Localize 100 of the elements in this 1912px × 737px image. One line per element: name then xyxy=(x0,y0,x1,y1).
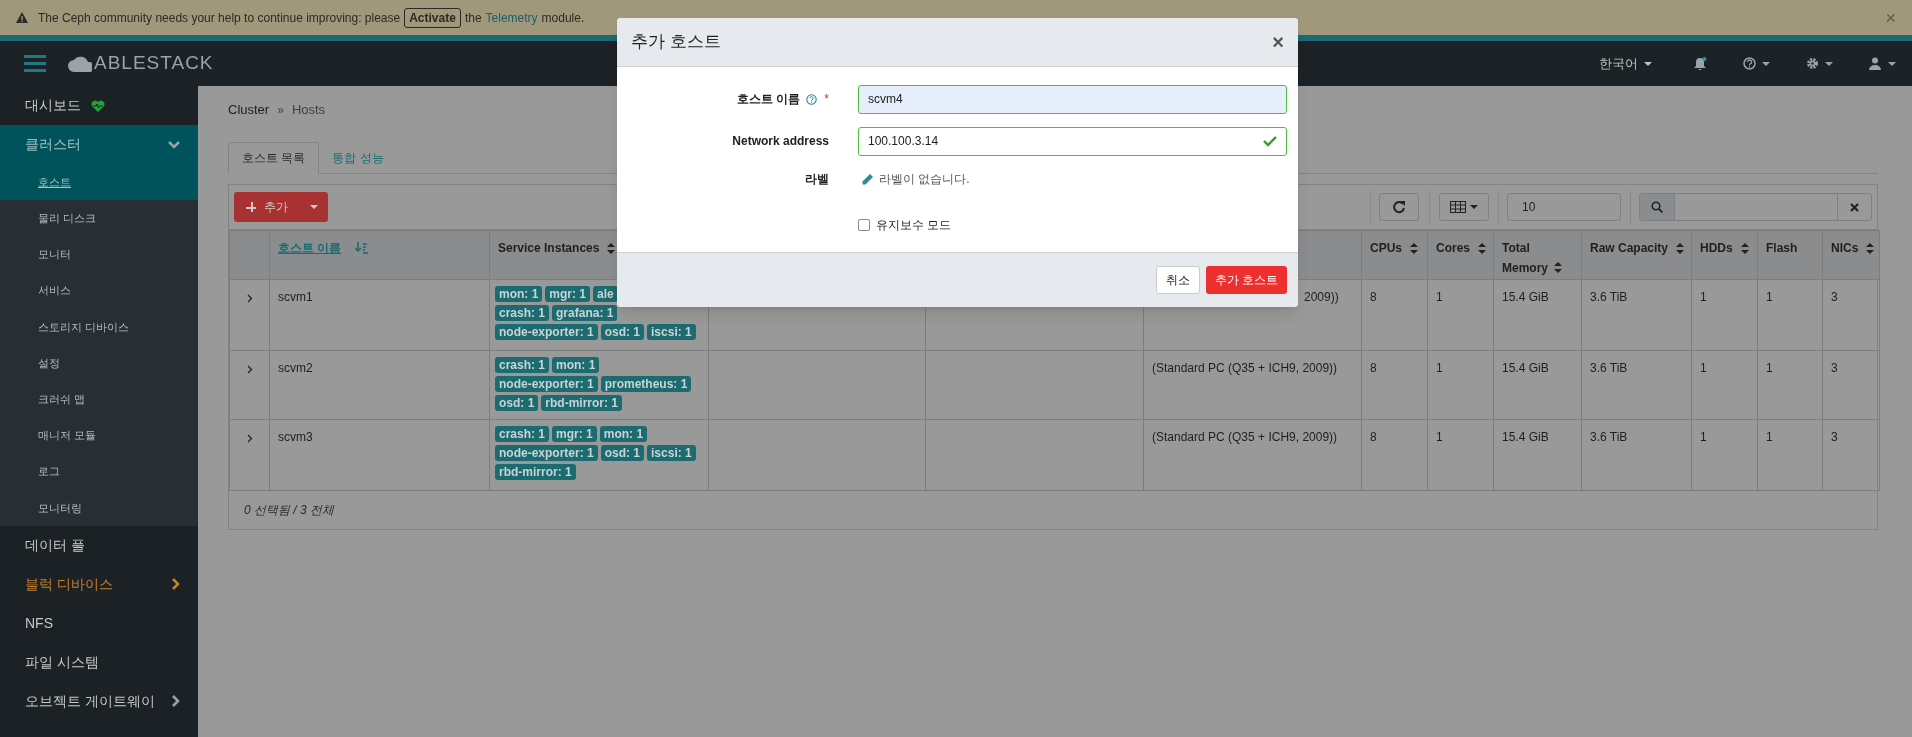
service-badge: osd: 1 xyxy=(495,395,539,411)
field-label: 라벨 xyxy=(805,171,829,188)
dropdown-button[interactable] xyxy=(1806,57,1833,70)
tab[interactable]: 호스트 목록 xyxy=(228,142,320,174)
caret-icon xyxy=(310,205,318,209)
menu-icon[interactable] xyxy=(24,55,46,72)
empty-labels-text: 라벨이 없습니다. xyxy=(879,171,970,188)
cloud-icon xyxy=(68,55,92,72)
submit-button[interactable]: 추가 호스트 xyxy=(1205,266,1287,294)
dropdown-button[interactable] xyxy=(1869,57,1896,70)
activate-button[interactable]: Activate xyxy=(404,7,461,28)
page-size-field[interactable]: 10 xyxy=(1507,193,1621,221)
column-header[interactable]: Service Instances xyxy=(498,238,600,258)
service-badge: mon: 1 xyxy=(599,426,648,442)
service-badge: node-exporter: 1 xyxy=(495,324,598,340)
settings-icon xyxy=(1806,57,1819,70)
table-cell: 1 xyxy=(1691,279,1758,351)
banner-text: The Ceph community needs your help to continue improving: please xyxy=(38,9,401,27)
warning-icon xyxy=(16,12,28,23)
close-button[interactable]: × xyxy=(1272,32,1284,52)
help-icon[interactable] xyxy=(806,93,818,105)
service-badge: prometheus: 1 xyxy=(600,376,692,392)
table-cell: 3 xyxy=(1822,419,1880,491)
checkbox[interactable] xyxy=(858,219,870,231)
table-cell: 8 xyxy=(1361,279,1428,351)
sidebar-subitem[interactable]: 로그 xyxy=(0,453,198,490)
service-badge: mgr: 1 xyxy=(552,426,597,442)
sidebar-item[interactable]: 클러스터 xyxy=(0,125,198,164)
sort-icon[interactable] xyxy=(1478,242,1486,254)
sidebar-subitem[interactable]: 설정 xyxy=(0,344,198,382)
sidebar-subitem[interactable]: 모니터 xyxy=(0,236,198,273)
table-cell: (Standard PC (Q35 + ICH9, 2009)) xyxy=(1152,361,1338,375)
table-cell: 8 xyxy=(1361,350,1428,420)
add-button[interactable]: 추가 xyxy=(234,192,300,222)
refresh-icon xyxy=(1392,200,1406,214)
add-button-group[interactable]: 추가 xyxy=(234,192,328,222)
column-header[interactable]: NICs xyxy=(1831,238,1859,258)
sidebar-subitem[interactable]: 크러쉬 맵 xyxy=(0,381,198,418)
table-cell: 3 xyxy=(1822,279,1880,351)
search-field[interactable] xyxy=(1639,193,1872,221)
sort-icon[interactable] xyxy=(1554,262,1562,273)
sidebar-subitem[interactable]: 서비스 xyxy=(0,272,198,309)
sidebar-subitem[interactable]: 물리 디스크 xyxy=(0,200,198,237)
caret-icon xyxy=(1762,61,1770,66)
sidebar-item[interactable]: 파일 시스템 xyxy=(0,642,198,682)
language-dropdown[interactable]: 한국어 xyxy=(1599,53,1652,74)
notifications-button[interactable] xyxy=(1694,57,1707,70)
required-marker: * xyxy=(824,91,829,108)
sidebar-item[interactable]: 대시보드 xyxy=(0,86,198,125)
expand-row-icon[interactable] xyxy=(246,434,253,444)
caret-icon xyxy=(1825,61,1833,66)
sidebar-item[interactable]: NFS xyxy=(0,603,198,643)
table-cell: 1 xyxy=(1757,419,1823,491)
service-badge: rbd-mirror: 1 xyxy=(541,395,623,411)
service-badge: ale xyxy=(593,286,618,302)
table-cell: 1 xyxy=(1757,279,1823,351)
sidebar-subitem[interactable]: 매니저 모듈 xyxy=(0,417,198,454)
expand-row-icon[interactable] xyxy=(246,294,253,304)
service-badge: node-exporter: 1 xyxy=(495,376,598,392)
input-field[interactable]: 100.100.3.14 xyxy=(858,126,1287,156)
service-badge: crash: 1 xyxy=(495,305,550,321)
breadcrumb-item: Hosts xyxy=(291,101,326,120)
input-field[interactable]: scvm4 xyxy=(858,84,1287,114)
table-cell: 3.6 TiB xyxy=(1581,279,1692,351)
refresh-button[interactable] xyxy=(1379,193,1419,221)
service-badge: grafana: 1 xyxy=(552,305,618,321)
column-header[interactable]: HDDs xyxy=(1700,238,1733,258)
sidebar-subitem[interactable]: 모니터링 xyxy=(0,489,198,526)
cancel-button[interactable]: 취소 xyxy=(1155,266,1200,294)
brand-name: ABLESTACK xyxy=(94,51,214,76)
dropdown-button[interactable] xyxy=(1743,57,1770,70)
pencil-icon[interactable] xyxy=(861,173,873,185)
caret-icon xyxy=(1470,205,1478,209)
expand-row-icon[interactable] xyxy=(246,365,253,375)
breadcrumb-item[interactable]: Cluster xyxy=(228,100,270,120)
column-header: Flash xyxy=(1766,240,1798,257)
sidebar-subitem[interactable]: 스토리지 디바이스 xyxy=(0,308,198,345)
table-cell: scvm3 xyxy=(269,419,490,491)
close-icon xyxy=(1850,202,1859,212)
sidebar-item[interactable]: 데이터 풀 xyxy=(0,525,198,565)
service-badge: mon: 1 xyxy=(495,286,543,302)
table-cell: 1 xyxy=(1427,419,1494,491)
sidebar-item[interactable]: 오브젝트 게이트웨이 xyxy=(0,681,198,721)
service-badge: mon: 1 xyxy=(552,357,600,373)
sort-icon[interactable] xyxy=(1676,242,1685,254)
sort-icon[interactable] xyxy=(1410,242,1418,254)
dialog-title: 추가 호스트 xyxy=(631,31,721,54)
caret-icon xyxy=(1888,61,1896,66)
columns-dropdown[interactable] xyxy=(1439,193,1489,221)
sort-icon[interactable] xyxy=(1740,242,1749,254)
table-cell: 15.4 GiB xyxy=(1493,350,1582,420)
table-cell: 1 xyxy=(1757,350,1823,420)
sort-icon[interactable] xyxy=(1866,242,1875,254)
table-cell: scvm2 xyxy=(269,350,490,420)
service-badge: iscsi: 1 xyxy=(647,324,696,340)
service-badge: crash: 1 xyxy=(495,426,550,442)
sidebar-item[interactable]: 블럭 디바이스 xyxy=(0,564,198,604)
selection-summary: 0 선택됨 / 3 전체 xyxy=(244,502,335,519)
table-cell: 3.6 TiB xyxy=(1581,419,1692,491)
column-header[interactable]: CPUs xyxy=(1370,238,1402,258)
